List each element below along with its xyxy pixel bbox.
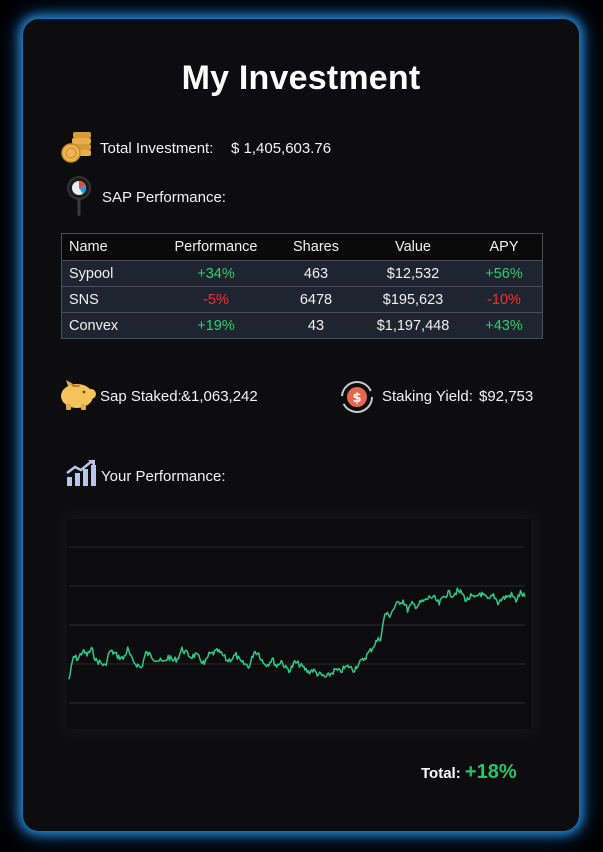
cell-value: $1,197,448 bbox=[360, 312, 466, 339]
cell-shares: 43 bbox=[272, 312, 360, 339]
piggy-bank-icon bbox=[61, 380, 96, 410]
sap-performance-label: SAP Performance: bbox=[102, 189, 226, 206]
cell-apy: +56% bbox=[466, 260, 543, 287]
column-header: Performance bbox=[160, 233, 272, 261]
total-investment-label: Total Investment: bbox=[100, 140, 214, 157]
magnifier-chart-icon bbox=[67, 176, 91, 216]
column-header: Shares bbox=[272, 233, 360, 261]
column-header: Name bbox=[61, 233, 160, 261]
sap-staked-value: &1,063,242 bbox=[181, 388, 258, 405]
sap-staked-label: Sap Staked: bbox=[100, 388, 182, 405]
holdings-table: Name Performance Shares Value APY Sypool… bbox=[61, 233, 543, 339]
cell-shares: 6478 bbox=[272, 286, 360, 313]
investment-card: My Investment Total Investment: $ 1,405,… bbox=[23, 19, 579, 831]
table-header-row: Name Performance Shares Value APY bbox=[61, 233, 543, 261]
svg-text:$: $ bbox=[352, 391, 361, 406]
performance-line-chart bbox=[68, 546, 526, 704]
total-value: +18% bbox=[464, 761, 517, 783]
cell-shares: 463 bbox=[272, 260, 360, 287]
table-row: SNS -5% 6478 $195,623 -10% bbox=[61, 286, 543, 313]
cell-name: Sypool bbox=[61, 260, 160, 287]
cell-name: Convex bbox=[61, 312, 160, 339]
staking-yield-value: $92,753 bbox=[479, 388, 534, 405]
performance-chart bbox=[67, 519, 531, 729]
cell-apy: -10% bbox=[466, 286, 543, 313]
total-investment-value: $ 1,405,603.76 bbox=[231, 140, 332, 157]
cell-performance: +19% bbox=[160, 312, 272, 339]
column-header: Value bbox=[360, 233, 466, 261]
column-header: APY bbox=[466, 233, 543, 261]
table-row: Convex +19% 43 $1,197,448 +43% bbox=[61, 312, 543, 339]
staking-yield-label: Staking Yield: bbox=[382, 388, 473, 405]
series-line bbox=[68, 587, 526, 680]
cell-apy: +43% bbox=[466, 312, 543, 339]
page-title: My Investment bbox=[181, 59, 421, 97]
cell-performance: -5% bbox=[160, 286, 272, 313]
total-summary: Total: +18% bbox=[421, 761, 517, 784]
dollar-cycle-icon: $ bbox=[341, 381, 373, 413]
cell-value: $12,532 bbox=[360, 260, 466, 287]
table-row: Sypool +34% 463 $12,532 +56% bbox=[61, 260, 543, 287]
total-label: Total: bbox=[421, 765, 461, 782]
growth-chart-icon bbox=[66, 460, 96, 486]
your-performance-label: Your Performance: bbox=[101, 468, 226, 485]
cell-name: SNS bbox=[61, 286, 160, 313]
coins-icon bbox=[61, 132, 91, 163]
cell-performance: +34% bbox=[160, 260, 272, 287]
cell-value: $195,623 bbox=[360, 286, 466, 313]
